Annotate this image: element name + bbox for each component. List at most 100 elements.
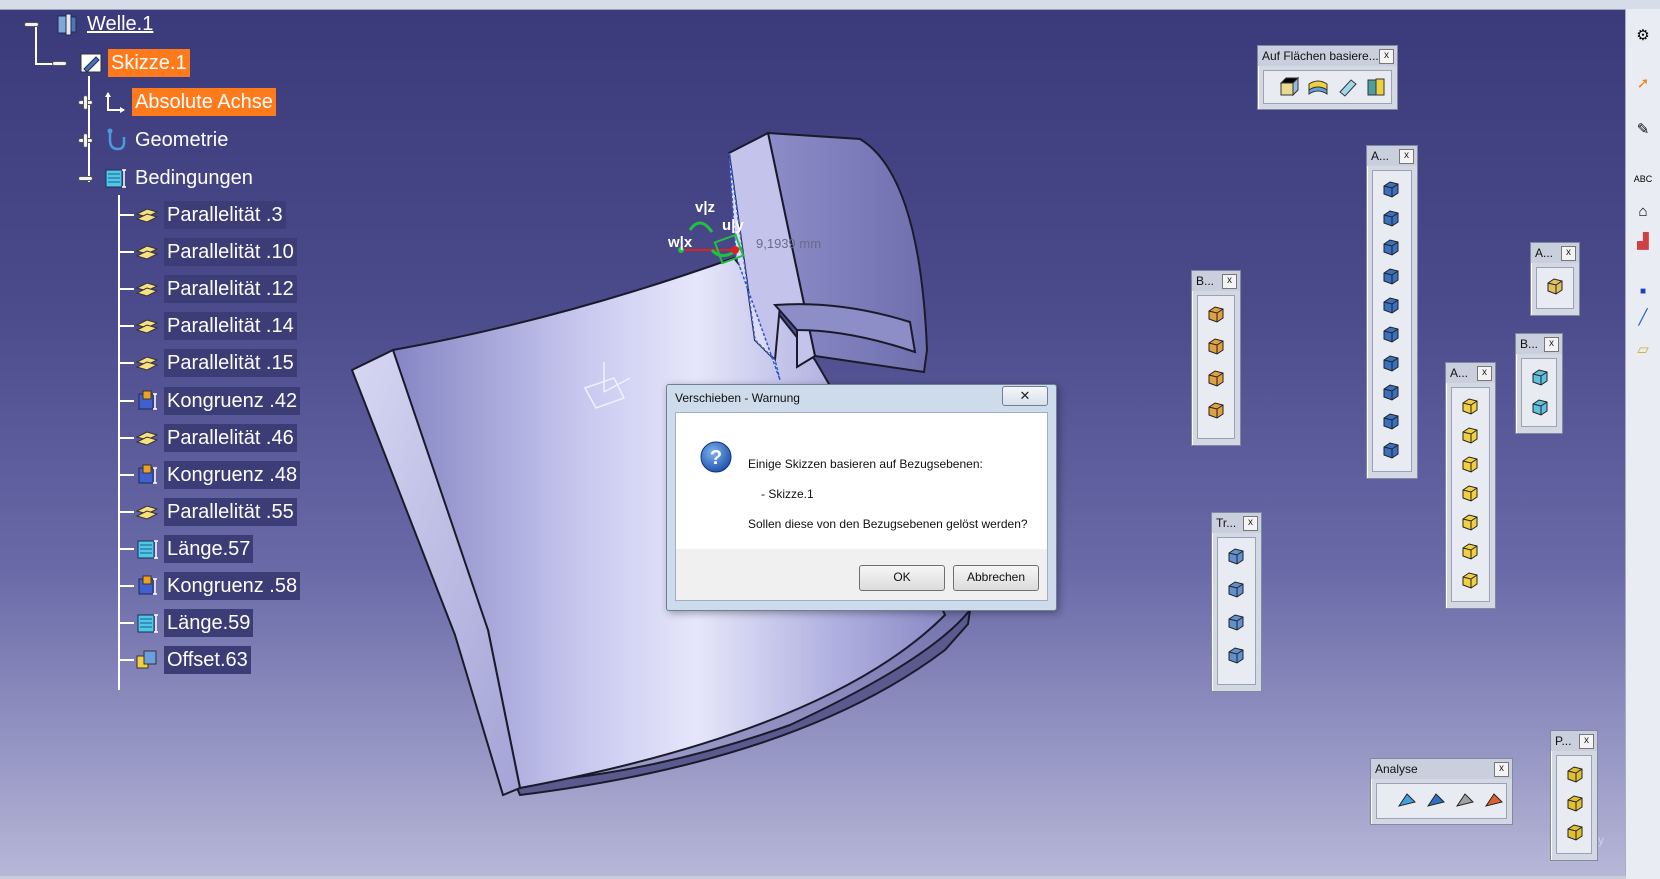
thick-surface-icon[interactable] xyxy=(1306,75,1330,99)
tree-node-geometry[interactable]: Geometrie xyxy=(78,125,231,155)
tree-node-constraint[interactable]: Parallelität .3 xyxy=(134,200,286,230)
tree-label-constraints[interactable]: Bedingungen xyxy=(132,164,256,192)
transform-tool-icon[interactable] xyxy=(1224,643,1248,667)
transform-tool-icon[interactable] xyxy=(1224,610,1248,634)
stamp-icon[interactable]: ▟ xyxy=(1633,231,1653,251)
boolean-tool-icon[interactable] xyxy=(1204,334,1228,358)
dress-up-tool-icon[interactable] xyxy=(1458,423,1482,447)
cancel-button[interactable]: Abbrechen xyxy=(953,565,1039,591)
tree-node-constraint[interactable]: Länge.57 xyxy=(134,534,254,564)
toolbar-b-right[interactable]: B... x xyxy=(1515,333,1563,434)
tree-node-constraint[interactable]: Parallelität .46 xyxy=(134,423,297,453)
tree-node-constraint[interactable]: Länge.59 xyxy=(134,608,254,638)
tree-node-constraint[interactable]: Parallelität .15 xyxy=(134,348,297,378)
feature-tool-icon[interactable] xyxy=(1379,293,1403,317)
point-icon[interactable]: ■ xyxy=(1633,281,1653,301)
tree-node-sketch[interactable]: Skizze.1 xyxy=(52,48,190,78)
toolbar-close-button[interactable]: x xyxy=(1222,274,1237,289)
tree-label-constraint[interactable]: Kongruenz .42 xyxy=(164,386,301,415)
annotation-icon[interactable]: ⌂ xyxy=(1633,201,1653,221)
ok-button[interactable]: OK xyxy=(859,565,945,591)
tree-label-geometry[interactable]: Geometrie xyxy=(132,126,231,154)
close-surface-icon[interactable] xyxy=(1336,75,1360,99)
toolbar-close-button[interactable]: x xyxy=(1494,762,1509,777)
dress-up-tool-icon[interactable] xyxy=(1458,452,1482,476)
toolbar-analyse[interactable]: Analyse x xyxy=(1370,758,1513,825)
boolean-tool-icon[interactable] xyxy=(1204,398,1228,422)
dress-up-tool-icon[interactable] xyxy=(1458,510,1482,534)
warning-dialog[interactable]: Verschieben - Warnung ✕ ? Einige Skizzen… xyxy=(666,384,1057,611)
tree-label-constraint[interactable]: Länge.59 xyxy=(164,609,254,638)
tree-label-constraint[interactable]: Parallelität .10 xyxy=(164,238,297,267)
feature-tool-icon[interactable] xyxy=(1379,177,1403,201)
toolbar-p[interactable]: P... x xyxy=(1550,730,1598,861)
feature-tool-icon[interactable] xyxy=(1379,438,1403,462)
tree-label-constraint[interactable]: Kongruenz .58 xyxy=(164,572,301,600)
toolbar-a-small[interactable]: A... x xyxy=(1530,242,1580,316)
tree-label-constraint[interactable]: Parallelität .55 xyxy=(164,497,297,526)
analysis-tool-icon[interactable] xyxy=(1482,788,1506,812)
analysis-tool-icon[interactable] xyxy=(1424,788,1448,812)
tree-label-constraint[interactable]: Parallelität .15 xyxy=(164,349,297,378)
toolbar-surface-based[interactable]: Auf Flächen basiere... x xyxy=(1257,45,1398,110)
tree-label-constraint[interactable]: Kongruenz .48 xyxy=(164,460,301,489)
transform-tool-icon[interactable] xyxy=(1224,544,1248,568)
part-tool-icon[interactable] xyxy=(1563,762,1587,786)
feature-tool-icon[interactable] xyxy=(1379,206,1403,230)
feature-tool-icon[interactable] xyxy=(1379,409,1403,433)
boolean-tool-icon[interactable] xyxy=(1204,366,1228,390)
boolean-tool-icon[interactable] xyxy=(1204,302,1228,326)
sew-surface-icon[interactable] xyxy=(1364,75,1388,99)
tree-label-sketch[interactable]: Skizze.1 xyxy=(108,49,190,77)
tree-node-constraints[interactable]: Bedingungen xyxy=(78,163,256,193)
toolbar-a-medium[interactable]: A... x xyxy=(1445,362,1496,609)
tree-node-constraint[interactable]: Parallelität .10 xyxy=(134,237,297,267)
boolean-tool-icon[interactable] xyxy=(1528,395,1552,419)
dress-up-tool-icon[interactable] xyxy=(1458,394,1482,418)
tree-node-constraint[interactable]: Parallelität .55 xyxy=(134,497,297,527)
tree-node-constraint[interactable]: Offset.63 xyxy=(134,645,251,675)
tree-label-root[interactable]: Welle.1 xyxy=(84,10,156,38)
tree-label-absolute-axis[interactable]: Absolute Achse xyxy=(132,88,276,116)
transform-tool-icon[interactable] xyxy=(1224,577,1248,601)
dress-up-tool-icon[interactable] xyxy=(1458,539,1482,563)
toolbar-a-tall[interactable]: A... x xyxy=(1366,145,1418,479)
analysis-tool-icon[interactable] xyxy=(1453,788,1477,812)
toolbar-close-button[interactable]: x xyxy=(1477,366,1492,381)
part-tool-icon[interactable] xyxy=(1563,820,1587,844)
plane-icon[interactable]: ▱ xyxy=(1633,339,1653,359)
tree-label-constraint[interactable]: Parallelität .14 xyxy=(164,312,297,341)
toolbar-close-button[interactable]: x xyxy=(1544,337,1559,352)
tree-node-constraint[interactable]: Kongruenz .42 xyxy=(134,386,301,416)
feature-tool-icon[interactable] xyxy=(1543,274,1567,298)
tree-label-constraint[interactable]: Parallelität .12 xyxy=(164,275,297,304)
toolbar-b-left[interactable]: B... x xyxy=(1191,270,1241,446)
tree-label-constraint[interactable]: Parallelität .46 xyxy=(164,423,297,452)
sketcher-icon[interactable]: ✎ xyxy=(1633,119,1653,139)
tree-node-constraint[interactable]: Kongruenz .48 xyxy=(134,460,301,490)
line-icon[interactable]: ╱ xyxy=(1633,307,1653,327)
tree-node-constraint[interactable]: Parallelität .12 xyxy=(134,274,297,304)
tree-label-constraint[interactable]: Parallelität .3 xyxy=(164,201,286,229)
toolbar-close-button[interactable]: x xyxy=(1399,149,1414,164)
tree-node-absolute-axis[interactable]: Absolute Achse xyxy=(78,87,276,117)
tree-node-constraint[interactable]: Parallelität .14 xyxy=(134,311,297,341)
tree-label-constraint[interactable]: Offset.63 xyxy=(164,646,251,675)
select-arrow-icon[interactable]: ➚ xyxy=(1633,73,1653,93)
gear-icon[interactable]: ⚙ xyxy=(1633,25,1653,45)
toolbar-close-button[interactable]: x xyxy=(1561,246,1576,261)
feature-tool-icon[interactable] xyxy=(1379,380,1403,404)
feature-tool-icon[interactable] xyxy=(1379,264,1403,288)
tree-label-constraint[interactable]: Länge.57 xyxy=(164,534,254,563)
toolbar-close-button[interactable]: x xyxy=(1579,734,1594,749)
toolbar-transformations[interactable]: Tr... x xyxy=(1211,512,1262,692)
text-abc-icon[interactable]: ABC xyxy=(1633,169,1653,189)
toolbar-close-button[interactable]: x xyxy=(1243,516,1258,531)
dialog-close-button[interactable]: ✕ xyxy=(1002,386,1048,406)
surface-tool-icon[interactable] xyxy=(1276,75,1300,99)
toolbar-close-button[interactable]: x xyxy=(1379,49,1394,64)
part-tool-icon[interactable] xyxy=(1563,791,1587,815)
dress-up-tool-icon[interactable] xyxy=(1458,481,1482,505)
feature-tool-icon[interactable] xyxy=(1379,351,1403,375)
feature-tool-icon[interactable] xyxy=(1379,235,1403,259)
